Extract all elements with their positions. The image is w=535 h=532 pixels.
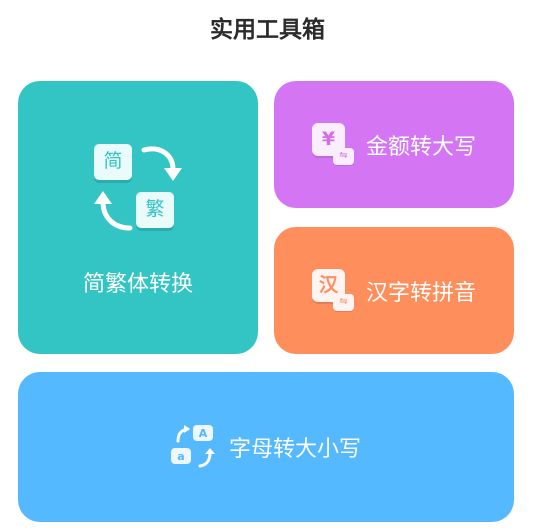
hanzi-swap-icon: 汉 ⇋ <box>311 268 356 313</box>
hanzi-pinyin-label: 汉字转拼音 <box>365 280 476 306</box>
curved-arrow-right-icon <box>141 146 182 181</box>
arrow-down-right-icon <box>198 448 215 468</box>
jian-char-tile: 简 <box>94 143 132 180</box>
letter-case-label: 字母转大小写 <box>228 437 361 462</box>
swap-badge: ⇋ <box>332 147 354 165</box>
fan-char-tile: 繁 <box>136 191 174 228</box>
page-title: 实用工具箱 <box>210 17 325 43</box>
swap-badge: ⇋ <box>332 293 354 311</box>
jianfan-icon: 简 繁 <box>94 143 182 234</box>
amount-uppercase-label: 金额转大写 <box>365 134 476 160</box>
uppercase-key: A <box>192 425 213 441</box>
yen-swap-icon: ¥ ⇋ <box>311 122 356 167</box>
letter-case-button[interactable]: A a 字母转大小写 <box>18 372 514 522</box>
curved-arrow-left-icon <box>94 190 133 230</box>
jianfan-label: 简繁体转换 <box>82 271 193 297</box>
lowercase-key: a <box>170 448 191 464</box>
jianfan-convert-button[interactable]: 简 繁 简繁体转换 <box>18 81 258 354</box>
hanzi-pinyin-button[interactable]: 汉 ⇋ 汉字转拼音 <box>274 227 514 354</box>
arrow-up-left-icon <box>176 425 190 443</box>
amount-uppercase-button[interactable]: ¥ ⇋ 金额转大写 <box>274 81 514 208</box>
letter-case-icon: A a <box>170 425 217 469</box>
